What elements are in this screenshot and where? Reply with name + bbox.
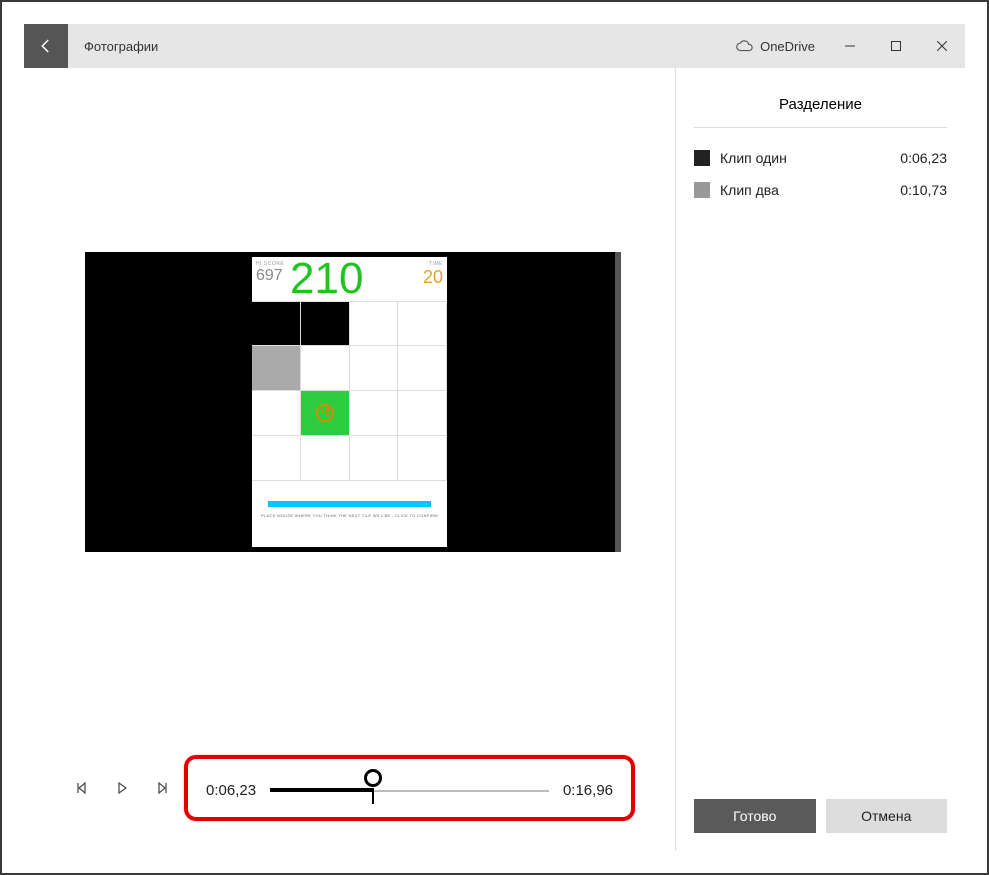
frame-footer-text: PLACE MOUSE WHERE YOU THINK THE NEXT TIL…	[252, 513, 447, 518]
cancel-button[interactable]: Отмена	[826, 799, 948, 833]
clip-row-one[interactable]: Клип один 0:06,23	[694, 142, 947, 174]
clip-swatch-dark	[694, 150, 710, 166]
clip-name: Клип один	[720, 150, 890, 166]
slider-handle[interactable]	[364, 769, 382, 787]
step-forward-icon	[155, 781, 169, 795]
close-icon	[937, 41, 947, 51]
video-preview[interactable]: HI SCORE 697 210 TIME 20	[85, 252, 615, 552]
play-icon	[115, 781, 129, 795]
next-frame-button[interactable]	[144, 770, 180, 806]
titlebar: Фотографии OneDrive	[24, 24, 965, 68]
back-button[interactable]	[24, 24, 68, 68]
video-frame-content: HI SCORE 697 210 TIME 20	[252, 257, 447, 547]
time-value: 20	[409, 267, 443, 288]
current-time: 0:06,23	[206, 782, 256, 799]
minimize-icon	[845, 41, 855, 51]
step-back-icon	[75, 781, 89, 795]
onedrive-button[interactable]: OneDrive	[724, 24, 827, 68]
split-slider[interactable]	[270, 775, 549, 805]
maximize-button[interactable]	[873, 24, 919, 68]
play-button[interactable]	[104, 770, 140, 806]
app-title: Фотографии	[68, 24, 724, 68]
onedrive-label: OneDrive	[760, 39, 815, 54]
score-value: 210	[290, 257, 409, 301]
timeline-highlight: 0:06,23 0:16,96	[184, 755, 635, 821]
sidebar-title: Разделение	[694, 96, 947, 113]
clip-swatch-light	[694, 182, 710, 198]
clip-duration: 0:10,73	[900, 182, 947, 198]
done-button[interactable]: Готово	[694, 799, 816, 833]
clip-name: Клип два	[720, 182, 890, 198]
clip-duration: 0:06,23	[900, 150, 947, 166]
clip-row-two[interactable]: Клип два 0:10,73	[694, 174, 947, 206]
main-panel: HI SCORE 697 210 TIME 20	[24, 68, 675, 851]
playback-controls: 0:06,23 0:16,96	[24, 735, 675, 851]
hiscore-value: 697	[256, 267, 290, 285]
maximize-icon	[891, 41, 901, 51]
arrow-left-icon	[37, 37, 55, 55]
sidebar: Разделение Клип один 0:06,23 Клип два 0:…	[675, 68, 965, 851]
cloud-icon	[736, 37, 754, 55]
minimize-button[interactable]	[827, 24, 873, 68]
previous-frame-button[interactable]	[64, 770, 100, 806]
total-time: 0:16,96	[563, 782, 613, 799]
close-button[interactable]	[919, 24, 965, 68]
window-controls	[827, 24, 965, 68]
